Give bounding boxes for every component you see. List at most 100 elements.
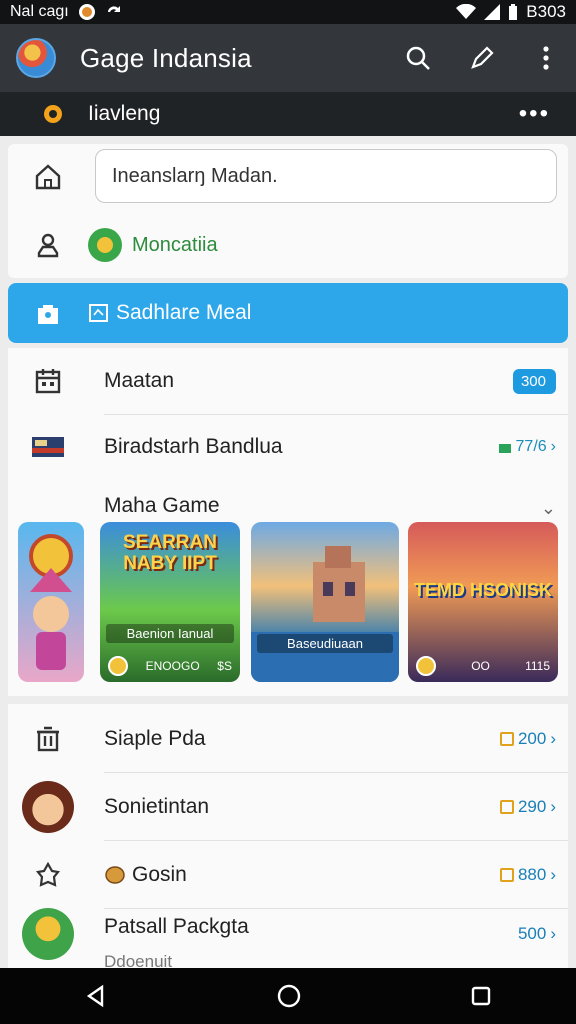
sync-icon [107, 6, 120, 12]
coin-icon [499, 868, 514, 882]
user-icon [37, 233, 59, 258]
gear-icon[interactable] [40, 101, 66, 127]
game-subtitle: Baenion Ianual [106, 624, 234, 643]
list-item[interactable]: Sonietintan 290 › [8, 772, 568, 842]
game-title: SEARRAN NABY IIPT [123, 532, 217, 574]
chevron-down-icon[interactable]: ⌄ [541, 498, 556, 519]
list-item-label: Sonietintan [104, 795, 210, 818]
list-item[interactable]: Biradstarh Bandlua 77/6 › [8, 414, 568, 480]
character-thumbnail [29, 534, 73, 670]
game-meta-right: $S [217, 659, 232, 673]
calendar-icon [35, 369, 61, 394]
avatar [416, 656, 436, 676]
list-item-label: Gosin [132, 863, 187, 886]
chevron-right-icon: › [550, 729, 556, 748]
search-input[interactable]: Ineanslarŋ Madan. [95, 149, 557, 203]
list-item[interactable]: Patsall Packgta 500 › [8, 906, 568, 962]
coin-icon [105, 866, 125, 884]
secondary-list: Siaple Pda 200 › Sonietintan 290 › Gosin 8… [8, 704, 568, 971]
game-meta-left: ENOOGO [145, 659, 200, 673]
game-meta: ENOOGO $S [108, 656, 232, 676]
games-carousel[interactable]: SEARRAN NABY IIPT Baenion Ianual ENOOGO … [8, 522, 568, 690]
avatar [22, 781, 74, 833]
home-circle-icon[interactable] [276, 983, 302, 1009]
count-badge: 300 [512, 368, 556, 394]
search-card: Ineanslarŋ Madan. Moncatiia [8, 144, 568, 278]
coin-value: 500 › [518, 924, 556, 944]
list-item-label: Siaple Pda [104, 727, 206, 750]
location-badge-icon [88, 228, 122, 262]
chevron-right-icon: › [550, 438, 556, 455]
bag-icon [498, 444, 511, 453]
pen-icon [471, 46, 494, 69]
coin-icon [499, 732, 514, 746]
list-item[interactable]: Maatan 300 [8, 348, 568, 414]
location-row[interactable]: Moncatiia [8, 212, 568, 278]
list-item-label: Maatan [104, 369, 175, 392]
coin-icon [499, 800, 514, 814]
selected-menu-label: Sadhlare Meal [116, 301, 252, 324]
game-meta-left: OO [471, 659, 490, 673]
search-icon [406, 46, 430, 70]
chevron-right-icon: › [550, 924, 556, 943]
carrier-text: Nal cagı [10, 3, 69, 20]
coin-value-text: 290 [517, 797, 547, 816]
notification-icon [78, 4, 95, 20]
coin-value-text: 880 [517, 865, 547, 884]
menu-list: Maatan 300 Biradstarh Bandlua 77/6 › Mah… [8, 348, 568, 696]
flag-icon [32, 437, 64, 457]
game-thumbnail [22, 908, 74, 960]
app-title: Gage Indansia [80, 42, 252, 73]
search-button[interactable] [404, 44, 432, 72]
back-icon[interactable] [84, 984, 108, 1008]
selected-menu-item[interactable]: Sadhlare Meal [8, 283, 568, 343]
game-card[interactable]: Baseudiuaan [251, 522, 399, 682]
coin-value: 290 › [499, 797, 556, 817]
receipt-icon [89, 304, 108, 322]
trash-icon [37, 726, 59, 752]
location-label: Moncatiia [132, 233, 218, 256]
wifi-icon [456, 4, 477, 19]
sub-header-label: Iiavleng [88, 102, 161, 125]
count-badge: 77/6 › [498, 438, 556, 456]
game-subtitle: Baseudiuaan [257, 634, 393, 653]
sub-header: Iiavleng ••• [0, 92, 576, 136]
game-card[interactable]: SEARRAN NABY IIPT Baenion Ianual ENOOGO … [100, 522, 240, 682]
list-item-label: Patsall Packgta [104, 915, 249, 938]
game-meta-right: 1115 [525, 659, 550, 673]
clock: B303 [526, 2, 566, 21]
bag-icon [38, 305, 58, 324]
main-content: Ineanslarŋ Madan. Moncatiia Sadhlare Mea… [0, 136, 576, 971]
avatar [108, 656, 128, 676]
coin-value-text: 200 [517, 729, 547, 748]
system-nav-bar [0, 968, 576, 1024]
game-title: TEMD HSONISK [414, 580, 553, 600]
coin-value-text: 500 [517, 924, 547, 943]
app-bar: Gage Indansia [0, 24, 576, 92]
chevron-right-icon: › [550, 797, 556, 816]
castle-illustration [251, 546, 399, 682]
game-card[interactable] [18, 522, 84, 682]
count-value: 77/6 [515, 438, 547, 455]
coin-value: 200 › [499, 729, 556, 749]
signal-icon [484, 4, 501, 20]
edit-button[interactable] [468, 44, 496, 72]
game-card[interactable]: TEMD HSONISK OO 1115 [408, 522, 558, 682]
more-menu-button[interactable]: ••• [519, 100, 550, 128]
search-input-value: Ineanslarŋ Madan. [112, 164, 278, 187]
list-item[interactable]: Siaple Pda 200 › [8, 704, 568, 774]
recents-icon[interactable] [470, 985, 492, 1007]
chevron-right-icon: › [550, 865, 556, 884]
more-vert-icon [543, 46, 549, 70]
section-title: Maha Game [104, 494, 220, 517]
battery-icon [509, 4, 518, 20]
status-bar: Nal cagı B303 [0, 0, 576, 24]
coin-value: 880 › [499, 865, 556, 885]
overflow-menu-button[interactable] [532, 44, 560, 72]
game-meta: OO 1115 [416, 656, 550, 676]
app-logo[interactable] [16, 38, 56, 78]
puzzle-icon [35, 861, 61, 887]
home-icon[interactable] [33, 162, 63, 192]
list-item-label: Biradstarh Bandlua [104, 435, 283, 458]
list-item[interactable]: Gosin 880 › [8, 840, 568, 910]
